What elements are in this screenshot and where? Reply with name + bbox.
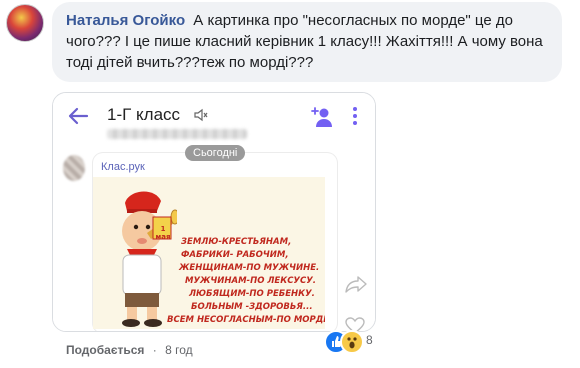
back-arrow-icon xyxy=(68,107,89,125)
poster-line: ЖЕНЩИНАМ-ПО МУЖЧИНЕ. xyxy=(179,263,320,273)
reaction-summary[interactable]: 8 xyxy=(324,330,388,354)
poster-line: ВСЕМ НЕСОГЛАСНЫМ-ПО МОРДЕ! xyxy=(167,315,325,325)
attached-screenshot[interactable]: 1-Г класс Клас.рук 1 мая ЗЕМЛЮ-КРЕСТЬЯНА… xyxy=(52,92,376,332)
like-action-link[interactable]: Подобається xyxy=(66,343,144,357)
comment-author[interactable]: Наталья Огойко xyxy=(66,12,185,29)
actions-separator: · xyxy=(152,343,157,357)
commenter-avatar[interactable] xyxy=(6,4,44,42)
comment-text: Наталья Огойко А картинка про "несогласн… xyxy=(66,10,566,73)
poster-line: ФАБРИКИ- РАБОЧИМ, xyxy=(181,250,289,260)
muted-speaker-icon xyxy=(194,108,208,122)
members-list-blurred xyxy=(107,129,247,139)
chat-title: 1-Г класс xyxy=(107,105,181,124)
date-pill: Сьогодні xyxy=(185,145,246,161)
comment-actions: Подобається · 8 год xyxy=(66,343,193,357)
may-day-poster: 1 мая ЗЕМЛЮ-КРЕСТЬЯНАМ, ФАБРИКИ- РАБОЧИМ… xyxy=(93,177,325,329)
poster-badge: 1 мая xyxy=(155,225,171,241)
share-arrow-icon xyxy=(345,276,367,293)
poster-line: БОЛЬНЫМ -ЗДОРОВЬЯ... xyxy=(191,302,313,312)
more-options-icon xyxy=(353,107,357,125)
pioneer-bugler-illustration xyxy=(122,191,177,327)
add-user-icon xyxy=(311,107,332,127)
message-row: Клас.рук 1 мая ЗЕМЛЮ-КРЕСТЬЯНАМ, ФАБРИКИ… xyxy=(53,153,375,331)
poster-line: ЗЕМЛЮ-КРЕСТЬЯНАМ, xyxy=(181,237,292,247)
reaction-count: 8 xyxy=(366,333,373,347)
chat-header: 1-Г класс xyxy=(53,93,375,145)
comment-timestamp[interactable]: 8 год xyxy=(165,343,193,357)
wow-icon xyxy=(340,330,364,354)
sender-name: Клас.рук xyxy=(101,161,145,173)
sender-avatar xyxy=(63,155,85,181)
poster-line: МУЖЧИНАМ-ПО ЛЕКСУСУ. xyxy=(185,276,317,286)
poster-line: ЛЮБЯЩИМ-ПО РЕБЕНКУ. xyxy=(189,289,315,299)
